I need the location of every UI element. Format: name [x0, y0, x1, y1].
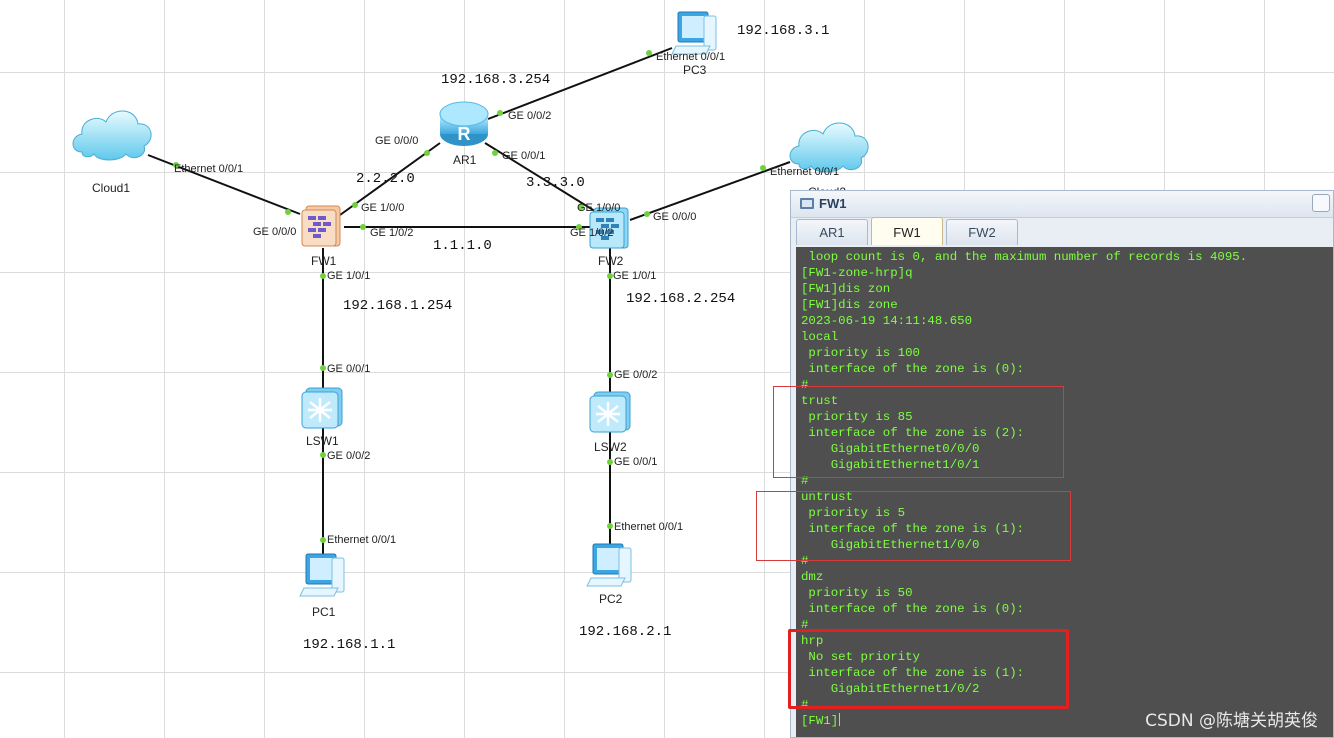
address-label: 192.168.3.254 — [441, 72, 551, 88]
highlight-hrp-zone — [788, 629, 1069, 709]
pc-icon[interactable] — [298, 552, 348, 598]
port-label: GE 0/0/0 — [375, 135, 419, 147]
port-dot — [320, 273, 326, 279]
fw1-label: FW1 — [311, 254, 337, 268]
terminal-line: priority is 50 — [801, 586, 913, 600]
port-label: Ethernet 0/0/1 — [770, 166, 840, 178]
address-label: 1.1.1.0 — [433, 238, 492, 254]
tab-fw2[interactable]: FW2 — [946, 219, 1018, 245]
pc1-label: PC1 — [312, 605, 336, 619]
port-label: GE 0/0/0 — [253, 226, 297, 238]
port-label: GE 0/0/1 — [614, 456, 658, 468]
port-dot — [320, 452, 326, 458]
port-dot — [607, 523, 613, 529]
address-label: 192.168.1.1 — [303, 637, 396, 653]
port-label: GE 0/0/1 — [502, 150, 546, 162]
router-icon[interactable]: R — [438, 100, 490, 148]
port-label: GE 1/0/0 — [577, 202, 621, 214]
terminal-line: local — [801, 330, 839, 344]
tab-ar1[interactable]: AR1 — [796, 219, 868, 245]
port-dot — [644, 211, 650, 217]
fw2-label: FW2 — [598, 254, 624, 268]
highlight-untrust-zone — [756, 491, 1071, 561]
port-dot — [646, 50, 652, 56]
port-dot — [497, 110, 503, 116]
port-dot — [320, 537, 326, 543]
port-label: GE 1/0/1 — [327, 270, 371, 282]
port-label: Ethernet 0/0/1 — [327, 534, 397, 546]
address-label: 192.168.2.254 — [626, 291, 736, 307]
address-label: 3.3.3.0 — [526, 175, 585, 191]
port-label: GE 1/0/2 — [370, 227, 414, 239]
pc-icon[interactable] — [585, 542, 635, 588]
switch-icon[interactable] — [300, 386, 346, 430]
port-dot — [492, 150, 498, 156]
console-titlebar[interactable]: FW1 — [791, 191, 1333, 218]
highlight-trust-zone — [773, 386, 1064, 478]
port-label: Ethernet 0/0/1 — [614, 521, 684, 533]
tab-fw1[interactable]: FW1 — [871, 217, 943, 245]
pc-icon[interactable] — [670, 10, 720, 56]
prompt-text: [FW1] — [801, 714, 839, 728]
pc3-label: PC3 — [683, 63, 707, 77]
port-dot — [285, 209, 291, 215]
watermark: CSDN @陈塘关胡英俊 — [1145, 711, 1318, 731]
port-dot — [424, 150, 430, 156]
terminal-line: interface of the zone is (0): — [801, 602, 1025, 616]
console-title: FW1 — [819, 196, 847, 211]
maximize-button[interactable] — [1312, 194, 1330, 212]
pc2-label: PC2 — [599, 592, 623, 606]
port-dot — [607, 459, 613, 465]
terminal-line: [FW1-zone-hrp]q — [801, 266, 913, 280]
terminal-line: priority is 100 — [801, 346, 920, 360]
port-label: Ethernet 0/0/1 — [174, 163, 244, 175]
port-label: GE 1/0/1 — [613, 270, 657, 282]
cloud1-icon[interactable] — [68, 100, 156, 166]
port-label: GE 0/0/2 — [327, 450, 371, 462]
address-label: 192.168.2.1 — [579, 624, 672, 640]
terminal-line: 2023-06-19 14:11:48.650 — [801, 314, 973, 328]
terminal-icon — [800, 198, 814, 209]
port-label: GE 0/0/0 — [653, 211, 697, 223]
port-label: GE 0/0/1 — [327, 363, 371, 375]
port-label: GE 1/0/0 — [361, 202, 405, 214]
terminal-line: interface of the zone is (0): — [801, 362, 1025, 376]
lsw2-label: LSW2 — [594, 440, 627, 454]
switch-icon[interactable] — [588, 390, 634, 434]
terminal-line: loop count is 0, and the maximum number … — [801, 250, 1248, 264]
address-label: 192.168.1.254 — [343, 298, 453, 314]
text-cursor — [839, 713, 841, 726]
port-dot — [607, 372, 613, 378]
port-dot — [360, 224, 366, 230]
port-label: GE 1/0/2 — [570, 227, 614, 239]
svg-text:R: R — [458, 124, 471, 144]
port-label: GE 0/0/2 — [508, 110, 552, 122]
terminal-line: dmz — [801, 570, 824, 584]
firewall-icon[interactable] — [300, 204, 344, 248]
port-dot — [352, 202, 358, 208]
cloud1-label: Cloud1 — [92, 181, 131, 195]
ar1-label: AR1 — [453, 153, 477, 167]
lsw1-label: LSW1 — [306, 434, 339, 448]
terminal-line: [FW1]dis zon — [801, 282, 891, 296]
port-dot — [760, 165, 766, 171]
address-label: 192.168.3.1 — [737, 23, 830, 39]
address-label: 2.2.2.0 — [356, 171, 415, 187]
port-label: GE 0/0/2 — [614, 369, 658, 381]
terminal-prompt[interactable]: [FW1] — [801, 713, 841, 729]
terminal-line: [FW1]dis zone — [801, 298, 898, 312]
port-dot — [320, 365, 326, 371]
port-label: Ethernet 0/0/1 — [656, 51, 726, 63]
